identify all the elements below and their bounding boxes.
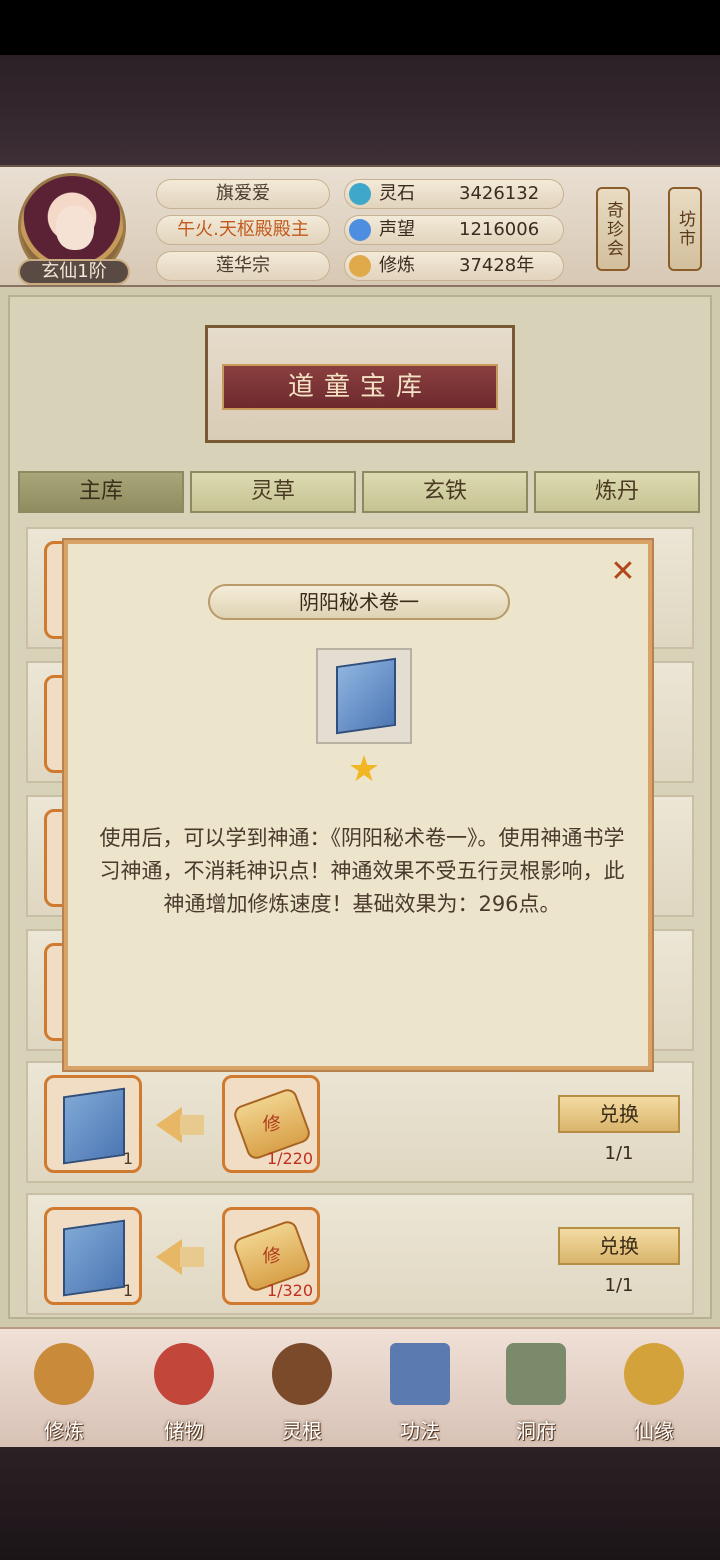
reward-slot[interactable]: 1 — [44, 1207, 142, 1305]
stat-label: 声望 — [379, 219, 415, 240]
arrow-left-icon — [156, 1107, 182, 1143]
item-count: 1 — [122, 1281, 133, 1300]
modal-item-slot — [316, 648, 412, 744]
cost-slot[interactable]: 修 1/220 — [222, 1075, 320, 1173]
tab-iron[interactable]: 玄铁 — [362, 471, 528, 513]
prestige-icon — [349, 219, 371, 241]
stat-label: 灵石 — [379, 183, 415, 204]
spirit-stone-icon — [349, 183, 371, 205]
tab-herbs[interactable]: 灵草 — [190, 471, 356, 513]
nav-label: 修炼 — [44, 1419, 84, 1443]
nav-storage[interactable]: 储物 — [134, 1343, 234, 1443]
book-icon — [63, 1087, 125, 1165]
stat-value: 1216006 — [459, 219, 540, 240]
book-icon — [390, 1343, 450, 1405]
cultivation-icon — [349, 255, 371, 277]
nav-cultivate[interactable]: 修炼 — [14, 1343, 114, 1443]
gourd-icon — [624, 1343, 684, 1405]
cave-palace-icon — [506, 1343, 566, 1405]
item-detail-modal: 阴阳秘术卷一 ✕ ★ 使用后，可以学到神通：《阴阳秘术卷一》。使用神通书学习神通… — [64, 540, 652, 1070]
cost-count: 1/220 — [266, 1149, 313, 1168]
scroll-char: 修 — [262, 1246, 281, 1268]
list-item: 1 修 1/220 兑换 1/1 — [26, 1061, 694, 1183]
arrow-tail — [180, 1115, 204, 1135]
bag-icon — [154, 1343, 214, 1405]
nav-label: 储物 — [164, 1419, 204, 1443]
nav-techniques[interactable]: 功法 — [370, 1343, 470, 1443]
exchange-button[interactable]: 兑换 — [558, 1227, 680, 1265]
book-icon — [63, 1219, 125, 1297]
arrow-left-icon — [156, 1239, 182, 1275]
meditation-icon — [34, 1343, 94, 1405]
stat-cultivation: 修炼 37428年 — [344, 251, 564, 281]
vault-banner: 道童宝库 — [205, 325, 515, 443]
stat-label: 修炼 — [379, 255, 415, 276]
cost-count: 1/320 — [266, 1281, 313, 1300]
scroll-char: 修 — [262, 1114, 281, 1136]
treasure-fair-button[interactable]: 奇珍会 — [596, 187, 630, 271]
item-count: 1 — [122, 1149, 133, 1168]
page-title: 道童宝库 — [222, 364, 498, 410]
exchange-limit: 1/1 — [604, 1143, 634, 1164]
root-icon — [272, 1343, 332, 1405]
top-backdrop — [0, 55, 720, 167]
stat-value: 37428年 — [459, 255, 535, 276]
player-title: 午火.天枢殿殿主 — [156, 215, 330, 245]
stat-prestige: 声望 1216006 — [344, 215, 564, 245]
book-icon — [336, 657, 396, 735]
item-description: 使用后，可以学到神通：《阴阳秘术卷一》。使用神通书学习神通，不消耗神识点！神通效… — [99, 826, 625, 916]
arrow-tail — [180, 1247, 204, 1267]
list-item: 1 修 1/320 兑换 1/1 — [26, 1193, 694, 1315]
avatar-face — [56, 206, 94, 250]
nav-label: 灵根 — [282, 1419, 322, 1443]
close-icon[interactable]: ✕ — [608, 557, 638, 588]
bottom-backdrop — [0, 1447, 720, 1560]
player-name: 旗爱爱 — [156, 179, 330, 209]
modal-title: 阴阳秘术卷一 — [208, 584, 510, 620]
status-bar — [0, 0, 720, 55]
star-icon: ★ — [347, 749, 381, 790]
bottom-nav: 修炼 储物 灵根 功法 洞府 仙缘 — [0, 1327, 720, 1447]
nav-label: 仙缘 — [634, 1419, 674, 1443]
reward-slot[interactable]: 1 — [44, 1075, 142, 1173]
exchange-button[interactable]: 兑换 — [558, 1095, 680, 1133]
stat-value: 3426132 — [459, 183, 540, 204]
tab-alchemy[interactable]: 炼丹 — [534, 471, 700, 513]
cost-slot[interactable]: 修 1/320 — [222, 1207, 320, 1305]
player-header: 玄仙1阶 旗爱爱 午火.天枢殿殿主 莲华宗 灵石 3426132 声望 1216… — [0, 165, 720, 287]
rank-badge: 玄仙1阶 — [18, 259, 130, 285]
stat-spirit-stone: 灵石 3426132 — [344, 179, 564, 209]
player-sect: 莲华宗 — [156, 251, 330, 281]
tab-main-vault[interactable]: 主库 — [18, 471, 184, 513]
nav-label: 洞府 — [516, 1419, 556, 1443]
exchange-limit: 1/1 — [604, 1275, 634, 1296]
market-button[interactable]: 坊市 — [668, 187, 702, 271]
nav-label: 功法 — [400, 1419, 440, 1443]
nav-destiny[interactable]: 仙缘 — [604, 1343, 704, 1443]
nav-spirit-root[interactable]: 灵根 — [252, 1343, 352, 1443]
nav-cave-palace[interactable]: 洞府 — [486, 1343, 586, 1443]
